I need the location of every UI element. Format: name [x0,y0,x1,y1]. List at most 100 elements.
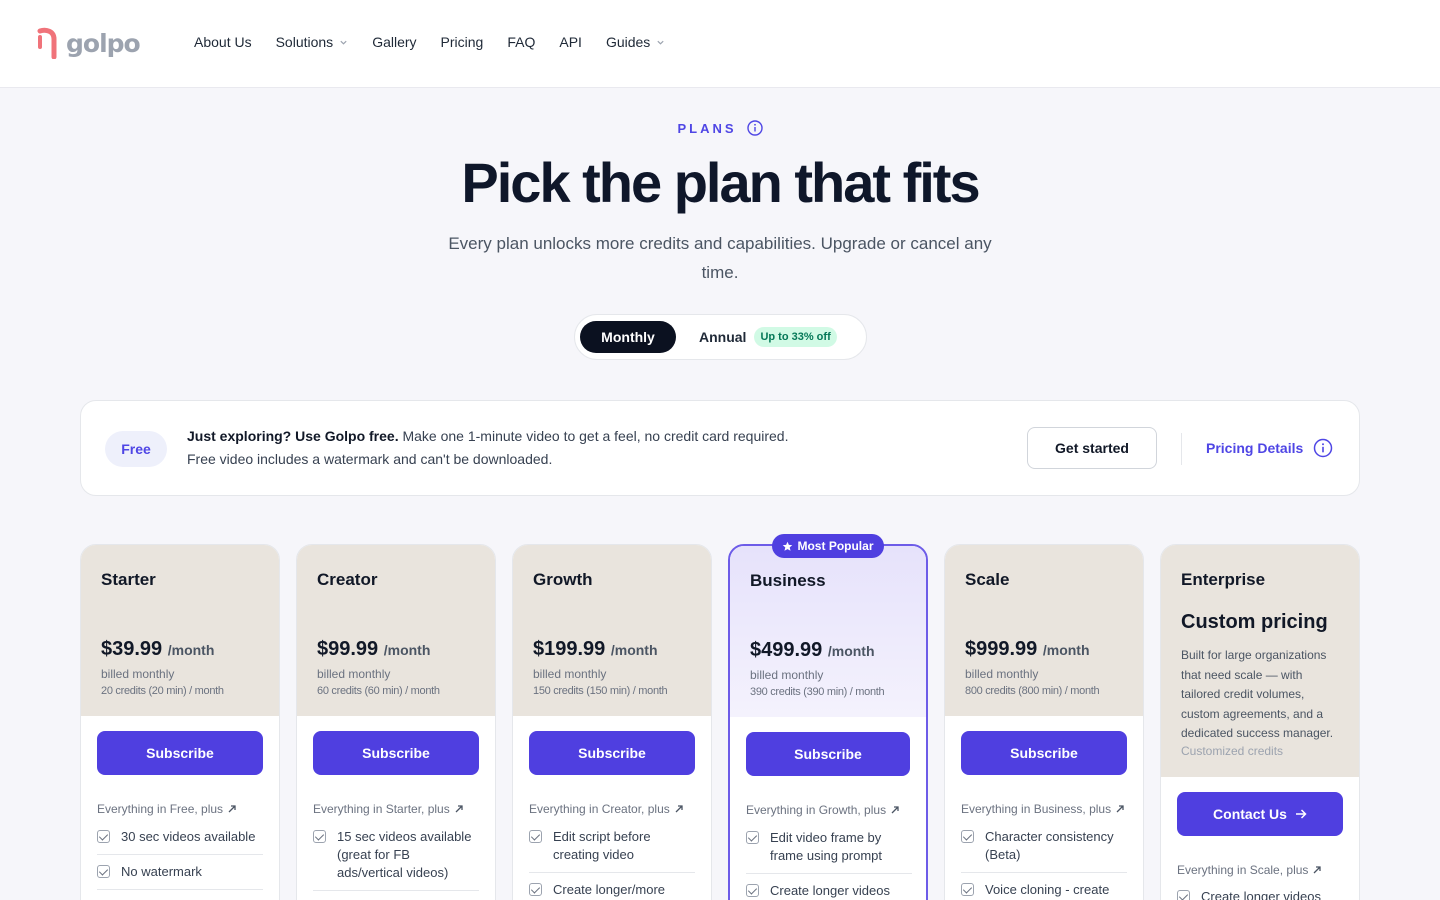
plan-header: Enterprise Custom pricing Built for larg… [1161,545,1359,777]
page-subtitle: Every plan unlocks more credits and capa… [448,234,992,282]
feature-text: Create longer/more [553,882,665,897]
nav-about-us[interactable]: About Us [194,34,252,50]
brand-logo[interactable]: golpo [36,26,141,60]
divider [97,854,263,855]
checkbox-icon [961,883,974,896]
everything-in-link[interactable]: Everything in Free, plus [97,802,237,816]
nav-gallery[interactable]: Gallery [372,34,416,50]
button-label: Contact Us [1213,806,1287,822]
free-line1: Make one 1-minute video to get a feel, n… [398,428,789,444]
nav-pricing[interactable]: Pricing [441,34,484,50]
plan-header: Starter $39.99 /month billed monthly 20 … [81,545,279,716]
checkbox-icon [746,884,759,897]
everything-label: Everything in Growth, plus [746,803,887,817]
subscribe-button[interactable]: Subscribe [97,731,263,775]
feature-text: Edit video frame by frame using prompt [770,830,882,863]
chevron-down-icon [657,40,664,45]
price-period: /month [1042,642,1090,658]
divider [313,890,479,891]
checkbox-icon [1177,890,1190,900]
info-icon[interactable] [746,120,763,136]
feature-text: Create longer videos (up [770,883,890,898]
toggle-annual[interactable]: Annual Up to 33% off [699,321,837,353]
toggle-monthly[interactable]: Monthly [580,321,676,353]
everything-label: Everything in Creator, plus [529,802,670,816]
price-amount: $999.99 [965,638,1038,660]
credits-note: 390 credits (390 min) / month [750,686,885,698]
feature-item: Edit video frame by frame using prompt [746,829,912,865]
checkbox-icon [961,830,974,843]
plan-price: $99.99 /month [317,638,430,661]
get-started-button[interactable]: Get started [1027,427,1157,469]
plan-header: Growth $199.99 /month billed monthly 150… [513,545,711,716]
contact-us-button[interactable]: Contact Us [1177,792,1343,836]
subscribe-button[interactable]: Subscribe [961,731,1127,775]
plan-price: Custom pricing [1181,611,1328,633]
everything-in-link[interactable]: Everything in Business, plus [961,802,1125,816]
nav-label: Gallery [372,34,417,50]
badge-label: Most Popular [797,539,874,553]
feature-text: Voice cloning - create [985,882,1110,897]
plan-card-scale: Scale $999.99 /month billed monthly 800 … [944,544,1144,900]
feature-item: 15 sec videos available (great for FB ad… [313,828,479,882]
feature-item: Voice cloning - create [961,881,1127,899]
everything-in-link[interactable]: Everything in Starter, plus [313,802,464,816]
feature-text: Character consistency (Beta) [985,829,1114,862]
everything-in-link[interactable]: Everything in Scale, plus [1177,863,1322,877]
everything-in-link[interactable]: Everything in Growth, plus [746,803,900,817]
nav-api[interactable]: API [559,34,582,50]
pricing-details-link[interactable]: Pricing Details [1206,438,1333,458]
plan-card-creator: Creator $99.99 /month billed monthly 60 … [296,544,496,900]
free-pill: Free [105,431,167,467]
credits-note: 800 credits (800 min) / month [965,685,1100,697]
nav-label: About Us [194,34,252,50]
nav-label: Solutions [275,34,334,50]
plan-price: $999.99 /month [965,638,1090,661]
nav-label: Pricing [440,34,484,50]
golpo-logo-icon [37,27,57,59]
divider [97,889,263,890]
star-icon [783,541,793,551]
everything-label: Everything in Scale, plus [1177,863,1309,877]
subscribe-button[interactable]: Subscribe [529,731,695,775]
feature-text: No watermark [121,864,202,879]
feature-text: 15 sec videos available (great for FB ad… [337,829,472,880]
most-popular-badge: Most Popular [772,534,884,558]
top-nav: golpo About Us Solutions Gallery Pricing… [0,0,1440,88]
brand-name: golpo [66,28,141,58]
everything-in-link[interactable]: Everything in Creator, plus [529,802,684,816]
everything-label: Everything in Free, plus [97,802,224,816]
subscribe-button[interactable]: Subscribe [746,732,910,776]
plan-card-starter: Starter $39.99 /month billed monthly 20 … [80,544,280,900]
feature-item: Create longer/more [529,881,695,899]
nav-label: API [559,34,582,50]
subscribe-button[interactable]: Subscribe [313,731,479,775]
checkbox-icon [97,865,110,878]
billing-note: billed monthly [533,667,607,681]
nav-label: Guides [605,34,651,50]
feature-text: 30 sec videos available [121,829,256,844]
feature-text: Edit script before creating video [553,829,651,862]
plan-name: Business [750,571,826,590]
plan-description: Built for large organizations that need … [1181,648,1334,740]
checkbox-icon [529,883,542,896]
nav-faq[interactable]: FAQ [507,34,535,50]
feature-text: Create longer videos (up [1201,889,1321,900]
credits-note: 20 credits (20 min) / month [101,685,224,697]
page-title: Pick the plan that fits [461,151,980,214]
checkbox-icon [313,830,326,843]
plan-card-growth: Growth $199.99 /month billed monthly 150… [512,544,712,900]
billing-note: billed monthly [101,667,175,681]
plan-price: $199.99 /month [533,638,658,661]
nav-guides[interactable]: Guides [606,34,665,50]
nav-solutions[interactable]: Solutions [276,34,349,50]
plan-name: Starter [101,570,156,589]
everything-label: Everything in Business, plus [961,802,1112,816]
nav-label: FAQ [507,34,536,50]
credits-note: 150 credits (150 min) / month [533,685,668,697]
feature-item: Create longer videos (up [746,882,912,900]
price-period: /month [827,643,875,659]
free-description: Just exploring? Use Golpo free. Make one… [187,425,788,471]
billing-note: billed monthly [965,667,1039,681]
divider [961,872,1127,873]
